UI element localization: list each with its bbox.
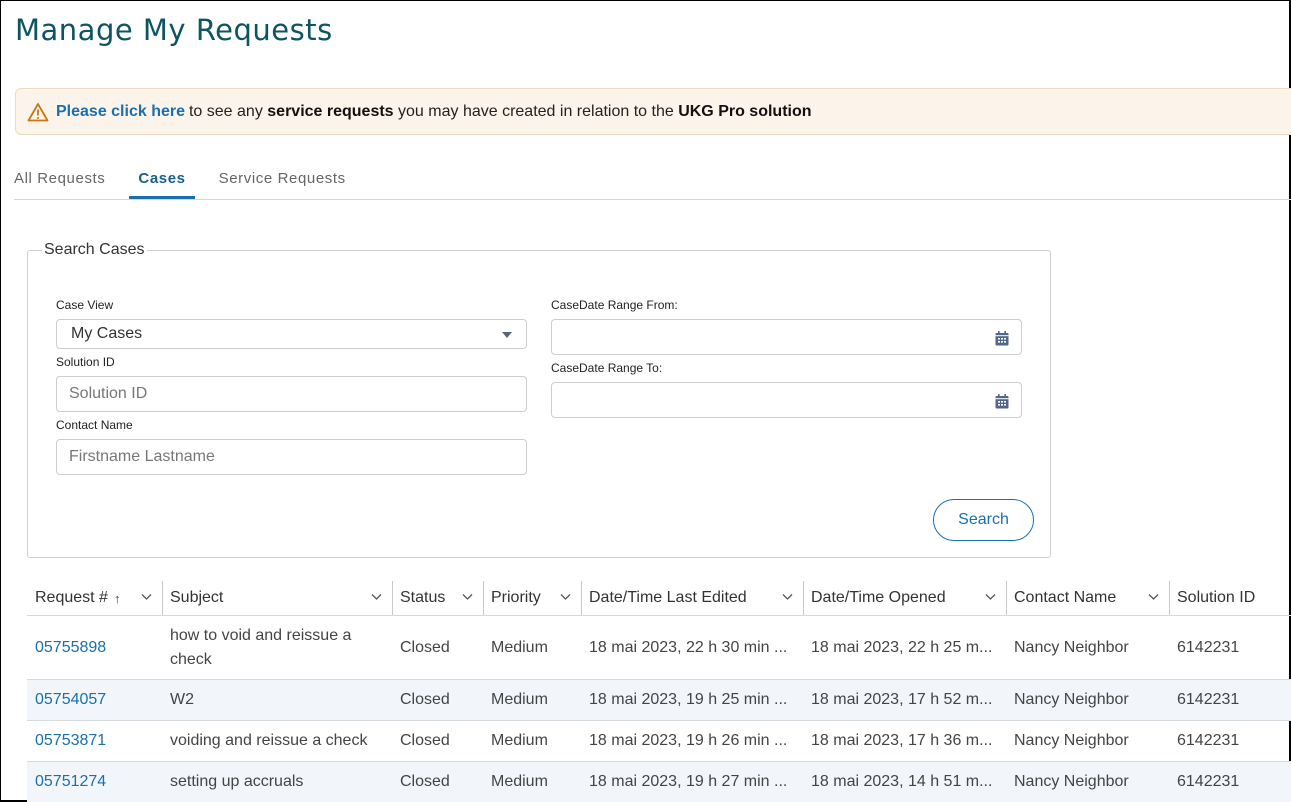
status-cell: Closed (400, 638, 450, 656)
date-from-label: CaseDate Range From: (551, 298, 678, 312)
column-header-request-number[interactable]: Request # ↑ (27, 581, 162, 615)
column-header-status[interactable]: Status (392, 581, 483, 615)
contact-name-cell: Nancy Neighbor (1014, 732, 1129, 749)
contact-name-cell: Nancy Neighbor (1014, 773, 1129, 790)
calendar-icon[interactable] (995, 394, 1009, 409)
notice-bold-service-requests: service requests (267, 102, 394, 120)
sort-ascending-icon: ↑ (113, 590, 121, 606)
column-header-solution-id[interactable]: Solution ID (1169, 581, 1291, 615)
solution-id-input[interactable]: Solution ID (56, 376, 527, 412)
table-row[interactable]: 05754057 W2 Closed Medium 18 mai 2023, 1… (27, 680, 1291, 721)
tab-all-requests[interactable]: All Requests (14, 161, 105, 199)
last-edited-cell: 18 mai 2023, 19 h 27 min ... (589, 773, 788, 790)
tab-cases[interactable]: Cases (129, 161, 195, 199)
subject-cell: setting up accruals (170, 773, 304, 790)
contact-name-input[interactable]: Firstname Lastname (56, 439, 527, 475)
chevron-down-icon[interactable] (985, 593, 996, 601)
case-view-label: Case View (56, 298, 114, 312)
request-number-link[interactable]: 05755898 (27, 636, 162, 660)
priority-cell: Medium (491, 691, 548, 708)
date-to-input[interactable] (551, 382, 1022, 418)
opened-cell: 18 mai 2023, 14 h 51 m... (811, 773, 993, 790)
column-label: Solution ID (1177, 589, 1256, 606)
notice-bold-solution: UKG Pro solution (678, 102, 812, 120)
search-button[interactable]: Search (933, 499, 1034, 541)
priority-cell: Medium (491, 732, 548, 749)
chevron-down-icon[interactable] (141, 593, 152, 601)
priority-cell: Medium (491, 773, 548, 790)
request-tabs: All Requests Cases Service Requests (14, 161, 1291, 200)
request-number-link[interactable]: 05753871 (27, 729, 162, 753)
column-header-last-edited[interactable]: Date/Time Last Edited (581, 581, 803, 615)
last-edited-cell: 18 mai 2023, 19 h 25 min ... (589, 691, 788, 708)
last-edited-cell: 18 mai 2023, 19 h 26 min ... (589, 732, 788, 749)
tab-service-requests[interactable]: Service Requests (219, 161, 346, 199)
dropdown-caret-icon (502, 332, 512, 338)
calendar-icon[interactable] (995, 331, 1009, 346)
column-label: Priority (491, 589, 541, 606)
notice-text: you may have created in relation to the (393, 102, 679, 120)
contact-name-label: Contact Name (56, 418, 133, 432)
service-request-notice: Please click here to see any service req… (15, 88, 1291, 135)
chevron-down-icon[interactable] (462, 593, 473, 601)
priority-cell: Medium (491, 638, 548, 656)
chevron-down-icon[interactable] (1148, 593, 1159, 601)
request-number-link[interactable]: 05751274 (27, 770, 162, 794)
column-header-opened[interactable]: Date/Time Opened (803, 581, 1006, 615)
table-header: Request # ↑ Subject Status Priority Date… (27, 581, 1291, 616)
please-click-here-link[interactable]: Please click here (56, 103, 185, 121)
solution-id-label: Solution ID (56, 355, 115, 369)
column-label: Contact Name (1014, 589, 1117, 606)
table-row[interactable]: 05753871 voiding and reissue a check Clo… (27, 721, 1291, 762)
case-view-select[interactable]: My Cases (56, 319, 527, 349)
page-title: Manage My Requests (15, 13, 333, 47)
column-label: Subject (170, 589, 224, 606)
contact-name-cell: Nancy Neighbor (1014, 638, 1129, 656)
solution-id-cell: 6142231 (1177, 773, 1240, 790)
search-cases-legend: Search Cases (44, 241, 145, 258)
contact-name-placeholder: Firstname Lastname (69, 448, 215, 465)
date-to-label: CaseDate Range To: (551, 361, 663, 375)
case-view-value: My Cases (71, 325, 143, 342)
column-header-subject[interactable]: Subject (162, 581, 392, 615)
solution-id-cell: 6142231 (1177, 638, 1240, 656)
status-cell: Closed (400, 691, 450, 708)
table-row[interactable]: 05755898 how to void and reissue a check… (27, 616, 1291, 680)
warning-triangle-icon (27, 102, 49, 122)
cases-table: Request # ↑ Subject Status Priority Date… (27, 581, 1291, 802)
column-label: Request # (35, 589, 108, 606)
chevron-down-icon[interactable] (782, 593, 793, 601)
notice-text: to see any (188, 102, 268, 120)
table-row[interactable]: 05751274 setting up accruals Closed Medi… (27, 762, 1291, 802)
last-edited-cell: 18 mai 2023, 22 h 30 min ... (589, 638, 788, 656)
subject-cell: W2 (170, 691, 194, 708)
solution-id-placeholder: Solution ID (69, 385, 148, 402)
solution-id-cell: 6142231 (1177, 691, 1240, 708)
subject-cell: how to void and reissue a check (170, 626, 352, 668)
opened-cell: 18 mai 2023, 17 h 52 m... (811, 691, 993, 708)
status-cell: Closed (400, 732, 450, 749)
column-label: Date/Time Opened (811, 589, 946, 606)
solution-id-cell: 6142231 (1177, 732, 1240, 749)
column-label: Date/Time Last Edited (589, 589, 747, 606)
request-number-link[interactable]: 05754057 (27, 688, 162, 712)
opened-cell: 18 mai 2023, 17 h 36 m... (811, 732, 993, 749)
chevron-down-icon[interactable] (560, 593, 571, 601)
chevron-down-icon[interactable] (371, 593, 382, 601)
column-header-contact-name[interactable]: Contact Name (1006, 581, 1169, 615)
opened-cell: 18 mai 2023, 22 h 25 m... (811, 638, 993, 656)
status-cell: Closed (400, 773, 450, 790)
column-header-priority[interactable]: Priority (483, 581, 581, 615)
column-label: Status (400, 589, 446, 606)
subject-cell: voiding and reissue a check (170, 732, 368, 749)
contact-name-cell: Nancy Neighbor (1014, 691, 1129, 708)
date-from-input[interactable] (551, 319, 1022, 355)
